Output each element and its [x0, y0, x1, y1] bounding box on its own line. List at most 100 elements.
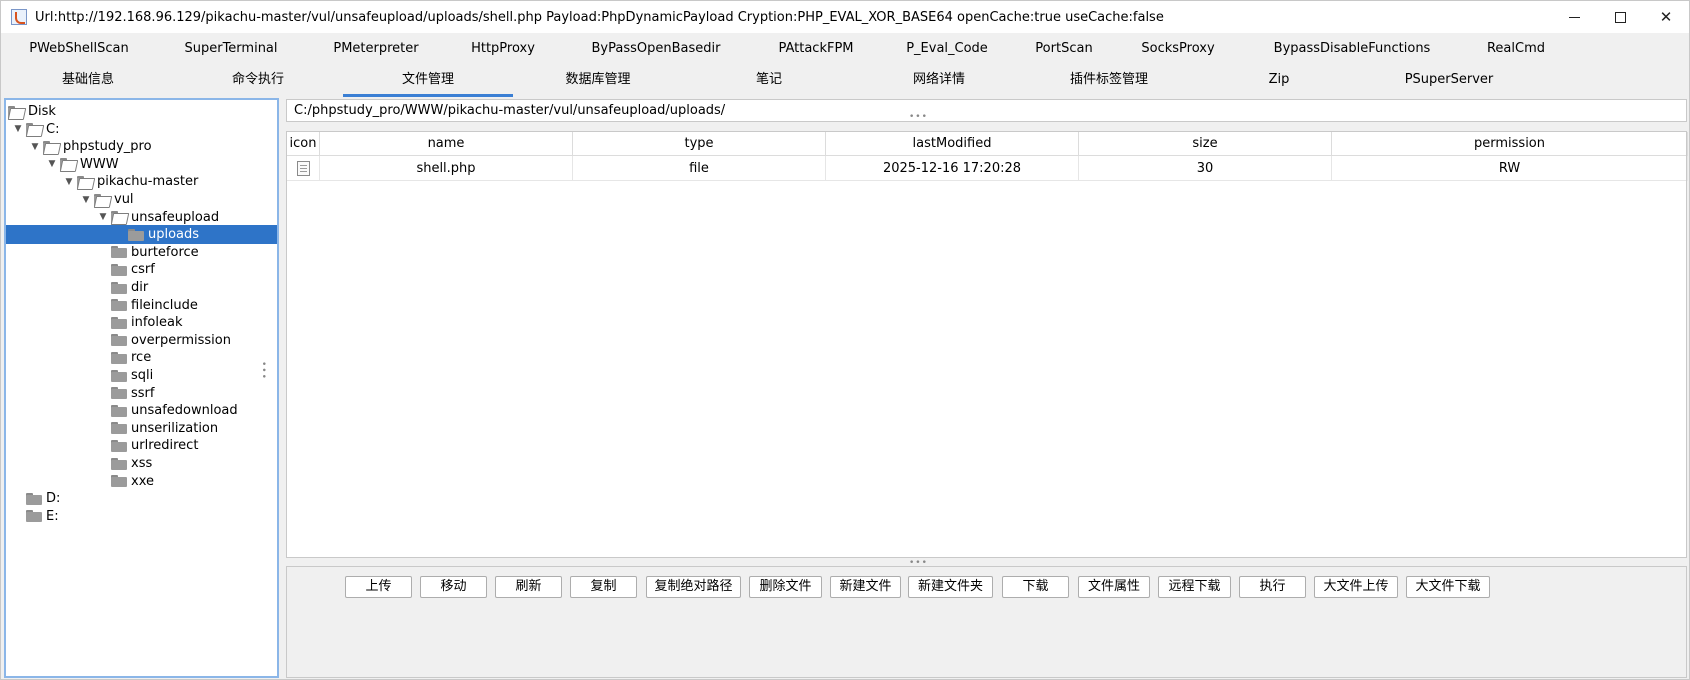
maximize-button[interactable]: [1597, 1, 1643, 33]
tree-node-uploads[interactable]: uploads: [6, 225, 277, 245]
upload-button[interactable]: 上传: [345, 576, 412, 598]
column-header-icon[interactable]: icon: [287, 132, 320, 156]
tree-node-xss[interactable]: xss: [6, 454, 277, 473]
file-table: icon name type lastModified size permission s…: [286, 131, 1688, 558]
new-file-button[interactable]: 新建文件: [830, 576, 901, 598]
tab-database-manager[interactable]: 数据库管理: [513, 64, 683, 97]
tree-node-xxe[interactable]: xxe: [6, 472, 277, 491]
refresh-button[interactable]: 刷新: [495, 576, 562, 598]
tree-node-csrf[interactable]: csrf: [6, 260, 277, 279]
large-file-upload-button[interactable]: 大文件上传: [1314, 576, 1398, 598]
splitter-handle-left[interactable]: •••: [258, 361, 268, 380]
column-header-size[interactable]: size: [1079, 132, 1332, 156]
tree-node-ssrf[interactable]: ssrf: [6, 384, 277, 403]
column-header-type[interactable]: type: [573, 132, 826, 156]
tree-node-sqli[interactable]: sqli: [6, 366, 277, 385]
minimize-button[interactable]: [1551, 1, 1597, 33]
tree-node-label: fileinclude: [131, 297, 198, 313]
tree-node-pikachu-master[interactable]: ▼ pikachu-master: [6, 172, 277, 191]
download-button[interactable]: 下载: [1002, 576, 1069, 598]
tree-node-fileinclude[interactable]: fileinclude: [6, 296, 277, 315]
folder-back-shape: [60, 160, 75, 171]
table-row[interactable]: shell.php file 2025-12-16 17:20:28 30 RW: [287, 156, 1688, 181]
execute-button[interactable]: 执行: [1239, 576, 1306, 598]
tree-node-unserilization[interactable]: unserilization: [6, 419, 277, 438]
tab-notes[interactable]: 笔记: [684, 64, 854, 97]
plugin-tab-socksproxy[interactable]: SocksProxy: [1141, 34, 1214, 64]
tree-node-unsafeupload[interactable]: ▼ unsafeupload: [6, 208, 277, 227]
column-header-lastmodified[interactable]: lastModified: [826, 132, 1079, 156]
tree-node-label: ssrf: [131, 385, 155, 401]
tab-plugin-tag-manager[interactable]: 插件标签管理: [1024, 64, 1194, 97]
folder-icon: [111, 422, 127, 435]
tree-node-urlredirect[interactable]: urlredirect: [6, 436, 277, 455]
tab-command-exec[interactable]: 命令执行: [173, 64, 343, 97]
plugin-tab-pmeterpreter[interactable]: PMeterpreter: [333, 34, 418, 64]
splitter-handle-top[interactable]: •••: [909, 113, 927, 122]
tree-node-d[interactable]: D:: [6, 489, 277, 508]
new-folder-button[interactable]: 新建文件夹: [908, 576, 993, 598]
folder-icon: [111, 263, 127, 276]
file-properties-button[interactable]: 文件属性: [1078, 576, 1150, 598]
window-controls: ✕: [1551, 1, 1689, 33]
tree-node-e[interactable]: E:: [6, 507, 277, 526]
tab-file-manager[interactable]: 文件管理: [343, 64, 513, 97]
tree-node-overpermission[interactable]: overpermission: [6, 331, 277, 350]
close-button[interactable]: ✕: [1643, 1, 1689, 33]
folder-back-shape: [26, 125, 41, 136]
plugin-tab-p_eval_code[interactable]: P_Eval_Code: [906, 34, 988, 64]
plugin-tab-bypassopenbasedir[interactable]: ByPassOpenBasedir: [592, 34, 721, 64]
plugin-tab-superterminal[interactable]: SuperTerminal: [184, 34, 277, 64]
expand-toggle-icon[interactable]: ▼: [10, 120, 26, 139]
tree-node-disk[interactable]: Disk: [6, 102, 277, 121]
tab-psuperserver[interactable]: PSuperServer: [1364, 64, 1534, 97]
tab-zip[interactable]: Zip: [1194, 64, 1364, 97]
path-input[interactable]: C:/phpstudy_pro/WWW/pikachu-master/vul/u…: [286, 99, 1687, 122]
tree-node-rce[interactable]: rce: [6, 348, 277, 367]
plugin-tab-httpproxy[interactable]: HttpProxy: [471, 34, 535, 64]
tree-node-label: csrf: [131, 262, 155, 278]
plugin-tab-realcmd[interactable]: RealCmd: [1487, 34, 1545, 64]
plugin-tab-pattackfpm[interactable]: PAttackFPM: [778, 34, 853, 64]
tree-node-c[interactable]: ▼ C:: [6, 120, 277, 139]
column-header-permission[interactable]: permission: [1332, 132, 1688, 156]
plugin-tab-portscan[interactable]: PortScan: [1035, 34, 1092, 64]
expand-toggle-icon[interactable]: ▼: [27, 137, 43, 156]
delete-file-button[interactable]: 删除文件: [749, 576, 822, 598]
expand-toggle-icon[interactable]: ▼: [61, 172, 77, 191]
expand-toggle-icon[interactable]: ▼: [44, 155, 60, 174]
folder-icon: [26, 510, 42, 523]
java-app-icon: [11, 9, 27, 25]
tab-basic-info[interactable]: 基础信息: [3, 64, 173, 97]
tree-node-label: infoleak: [131, 315, 183, 331]
expand-toggle-icon[interactable]: ▼: [95, 208, 111, 227]
expand-toggle-icon[interactable]: ▼: [78, 190, 94, 209]
copy-button[interactable]: 复制: [570, 576, 637, 598]
plugin-tab-pwebshellscan[interactable]: PWebShellScan: [29, 34, 129, 64]
column-header-name[interactable]: name: [320, 132, 573, 156]
cell-icon: [287, 156, 320, 181]
copy-absolute-path-button[interactable]: 复制绝对路径: [646, 576, 741, 598]
open-folder-icon: [26, 123, 42, 136]
open-folder-icon: [60, 158, 76, 171]
plugin-tab-bypassdisablefunctions[interactable]: BypassDisableFunctions: [1274, 34, 1431, 64]
tree-node-dir[interactable]: dir: [6, 278, 277, 297]
tree-node-label: E:: [46, 508, 59, 524]
directory-tree[interactable]: Disk ▼ C: ▼ phpstudy_pro ▼ WWW ▼ pikachu-master ▼…: [4, 98, 279, 678]
tree-node-www[interactable]: ▼ WWW: [6, 155, 277, 174]
tree-node-phpstudy-pro[interactable]: ▼ phpstudy_pro: [6, 137, 277, 156]
move-button[interactable]: 移动: [420, 576, 487, 598]
tree-node-burteforce[interactable]: burteforce: [6, 243, 277, 262]
large-file-download-button[interactable]: 大文件下载: [1406, 576, 1490, 598]
tab-network-details[interactable]: 网络详情: [854, 64, 1024, 97]
cell-lastmodified: 2025-12-16 17:20:28: [826, 156, 1079, 181]
tree-node-vul[interactable]: ▼ vul: [6, 190, 277, 209]
tree-node-infoleak[interactable]: infoleak: [6, 313, 277, 332]
tree-node-unsafedownload[interactable]: unsafedownload: [6, 401, 277, 420]
remote-download-button[interactable]: 远程下载: [1158, 576, 1231, 598]
